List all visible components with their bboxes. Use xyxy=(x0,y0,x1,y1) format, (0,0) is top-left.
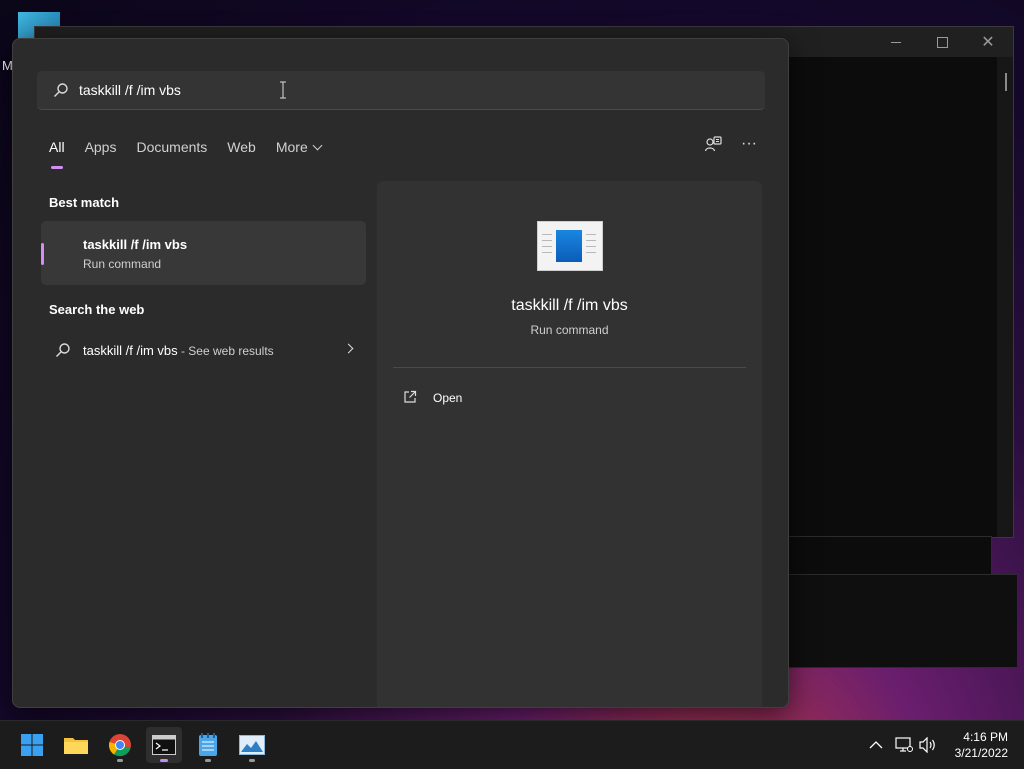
web-result-suffix: - See web results xyxy=(177,344,274,358)
search-icon xyxy=(56,343,70,357)
network-icon[interactable] xyxy=(894,735,914,755)
best-match-title: taskkill /f /im vbs xyxy=(83,237,188,252)
console-area[interactable] xyxy=(789,57,997,537)
scrollbar-thumb[interactable] xyxy=(1005,73,1007,91)
run-command-app-icon xyxy=(537,221,603,271)
chevron-up-icon[interactable] xyxy=(866,735,886,755)
volume-icon[interactable] xyxy=(918,735,938,755)
best-match-subtitle: Run command xyxy=(83,257,162,271)
maximize-icon[interactable] xyxy=(919,27,965,57)
ellipsis-icon[interactable]: ··· xyxy=(740,135,758,153)
clock-time: 4:16 PM xyxy=(963,730,1008,744)
tab-web[interactable]: Web xyxy=(227,135,256,159)
search-web-heading: Search the web xyxy=(49,302,145,317)
search-box[interactable] xyxy=(37,71,765,110)
clock-date: 3/21/2022 xyxy=(954,746,1008,760)
start-icon[interactable] xyxy=(14,727,50,763)
open-external-icon xyxy=(404,390,417,403)
photos-icon[interactable] xyxy=(234,727,270,763)
open-action-label: Open xyxy=(433,391,463,405)
text-cursor-icon xyxy=(280,81,286,99)
file-explorer-icon[interactable] xyxy=(58,727,94,763)
best-match-item[interactable]: taskkill /f /im vbs Run command xyxy=(41,221,366,285)
taskbar: 4:16 PM 3/21/2022 xyxy=(0,720,1024,769)
detail-subtitle: Run command xyxy=(530,323,609,337)
web-result-text: taskkill /f /im vbs - See web results xyxy=(83,343,274,358)
tab-more-label: More xyxy=(275,139,308,155)
chevron-right-icon[interactable] xyxy=(343,343,354,354)
open-action[interactable]: Open xyxy=(393,381,746,415)
search-input[interactable] xyxy=(79,71,729,109)
search-icon xyxy=(54,83,68,97)
divider xyxy=(393,367,746,368)
share-icon[interactable] xyxy=(704,135,722,153)
tab-apps[interactable]: Apps xyxy=(85,135,117,159)
tab-documents[interactable]: Documents xyxy=(136,135,207,159)
tab-all[interactable]: All xyxy=(49,135,65,169)
search-tools: ··· xyxy=(704,135,758,153)
system-clock[interactable]: 4:16 PM 3/21/2022 xyxy=(955,729,1008,761)
selection-accent xyxy=(41,243,44,265)
terminal-icon[interactable] xyxy=(146,727,182,763)
notepad-icon[interactable] xyxy=(190,727,226,763)
background-window-2[interactable] xyxy=(786,536,992,576)
background-window-3[interactable] xyxy=(786,574,1018,668)
chevron-down-icon xyxy=(312,140,323,151)
start-search-panel: All Apps Documents Web More ··· Best mat… xyxy=(12,38,789,708)
detail-pane: taskkill /f /im vbs Run command Open xyxy=(377,181,762,707)
search-filter-tabs: All Apps Documents Web More xyxy=(49,135,341,169)
detail-title: taskkill /f /im vbs xyxy=(511,297,628,314)
tab-more[interactable]: More xyxy=(275,135,323,159)
chrome-icon[interactable] xyxy=(102,727,138,763)
minimize-icon[interactable] xyxy=(873,27,919,57)
best-match-heading: Best match xyxy=(49,195,120,210)
scrollbar[interactable] xyxy=(997,57,1013,537)
close-icon[interactable]: ✕ xyxy=(965,27,1011,57)
web-result-query: taskkill /f /im vbs xyxy=(83,343,178,358)
web-result-item[interactable]: taskkill /f /im vbs - See web results xyxy=(41,330,366,370)
